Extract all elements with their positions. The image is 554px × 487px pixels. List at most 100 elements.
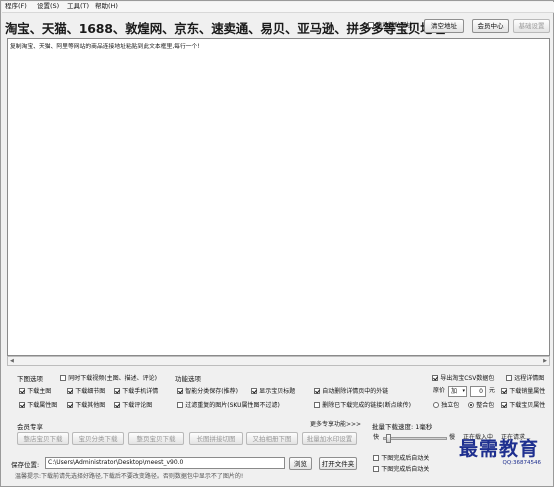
horizontal-scrollbar[interactable]: ◀ ▶: [7, 356, 550, 366]
menu-help[interactable]: 帮助(H): [95, 2, 118, 10]
menu-tools[interactable]: 工具(T): [67, 2, 89, 10]
checkbox-box: [506, 375, 512, 381]
speed-slider-track[interactable]: [383, 437, 447, 440]
remove-external-links-option[interactable]: 自动删除详情页中的外链: [314, 387, 388, 396]
export-csv-option[interactable]: 导出淘宝CSV数据包: [432, 374, 494, 383]
speed-slow-label: 慢: [449, 434, 456, 441]
option-label: 下载属性图: [27, 402, 58, 409]
option-label: 自动删除详情页中的外链: [322, 388, 389, 395]
url-textarea[interactable]: 复制淘宝、天猫、阿里等网站的商品连接地址粘贴到此文本框里,每行一个!: [7, 38, 550, 356]
checkbox-box: [67, 402, 73, 408]
checkbox-box: [501, 402, 507, 408]
markup-operator-select[interactable]: 加 ▾: [448, 386, 467, 397]
radio-circle: [468, 402, 474, 408]
more-member-features-link[interactable]: 更多专享功能>>>: [310, 421, 361, 429]
checkbox-box: [432, 375, 438, 381]
option-label: 同时下载视频(主图、描述、评论): [68, 375, 157, 382]
member-section-title: 会员专享: [17, 423, 43, 431]
checkbox-box: [373, 455, 379, 461]
filter-duplicate-option[interactable]: 过滤重复的图片(SKU属性图不过滤): [177, 401, 280, 410]
markup-unit-label: 元: [489, 387, 496, 394]
delete-finished-option[interactable]: 删除已下载完成的链接(断点续传): [314, 401, 411, 410]
watermark-qq: QQ:36874546: [502, 460, 541, 466]
long-image-stitch-button[interactable]: 长图拼接切图: [189, 432, 243, 445]
option-label: 显示宝贝标题: [259, 388, 296, 395]
download-props-option[interactable]: 下载宝贝属性: [501, 401, 545, 410]
checkbox-box: [368, 22, 374, 28]
option-label: 下载其他图: [75, 402, 106, 409]
batch-watermark-button[interactable]: 批量加水印设置: [302, 432, 357, 445]
option-label: 下载细节图: [75, 388, 106, 395]
textarea-hint: 复制淘宝、天猫、阿里等网站的商品连接地址粘贴到此文本框里,每行一个!: [10, 44, 200, 50]
original-price-label: 原价: [433, 387, 446, 394]
option-label: 下载主图: [27, 388, 52, 395]
option-label: 远程详情图: [514, 375, 545, 382]
checkbox-box: [177, 388, 183, 394]
app-window: 程序(F) 设置(S) 工具(T) 帮助(H) 淘宝、天猫、1688、敦煌网、京…: [0, 0, 554, 487]
markup-value-input[interactable]: 0: [470, 386, 486, 397]
remote-detail-option[interactable]: 远程详情图: [506, 374, 544, 383]
download-review-image-option[interactable]: 下载评论图: [114, 401, 152, 410]
menu-settings[interactable]: 设置(S): [37, 2, 59, 10]
option-label: 整合包: [476, 402, 495, 409]
checkbox-box: [314, 402, 320, 408]
download-main-image-option[interactable]: 下载主图: [19, 387, 51, 396]
clear-address-button[interactable]: 清空地址: [424, 19, 464, 33]
member-center-button[interactable]: 会员中心: [472, 19, 509, 33]
checkbox-box: [251, 388, 257, 394]
smart-classify-option[interactable]: 智能分类保存(推荐): [177, 387, 238, 396]
save-location-label: 保存位置:: [11, 461, 40, 469]
download-attribute-image-option[interactable]: 下载属性图: [19, 401, 57, 410]
option-label: 过滤重复的图片(SKU属性图不过滤): [185, 402, 280, 409]
whole-page-download-button[interactable]: 整页宝贝下载: [128, 432, 184, 445]
checkbox-box: [373, 466, 379, 472]
merge-package-radio[interactable]: 整合包: [468, 401, 494, 410]
checkbox-box: [501, 388, 507, 394]
checkbox-box: [60, 375, 66, 381]
category-download-button[interactable]: 宝贝分类下载: [72, 432, 124, 445]
auto-paste-checkbox[interactable]: 自动粘贴网址: [368, 21, 412, 30]
browse-button[interactable]: 浏览: [289, 457, 312, 470]
menu-program[interactable]: 程序(F): [5, 2, 27, 10]
speed-slider-thumb[interactable]: [385, 434, 391, 443]
option-label: 智能分类保存(推荐): [185, 388, 238, 395]
auto-close-option-1[interactable]: 下图完成后自动关: [373, 454, 429, 463]
youpai-album-download-button[interactable]: 又拍相册下图: [246, 432, 298, 445]
batch-speed-label: 批量下载速度: 1毫秒: [372, 423, 433, 431]
scroll-left-icon[interactable]: ◀: [10, 358, 14, 364]
option-label: 下载宝贝属性: [509, 402, 546, 409]
show-title-option[interactable]: 显示宝贝标题: [251, 387, 295, 396]
checkbox-box: [67, 388, 73, 394]
checkbox-box: [114, 388, 120, 394]
radio-circle: [433, 402, 439, 408]
option-label: 下图完成后自动关: [381, 466, 430, 473]
function-options-title: 功能选项: [175, 375, 201, 383]
checkbox-box: [314, 388, 320, 394]
scroll-right-icon[interactable]: ▶: [543, 358, 547, 364]
whole-shop-download-button[interactable]: 整店宝贝下载: [17, 432, 69, 445]
auto-close-option-2[interactable]: 下图完成后自动关: [373, 465, 429, 474]
option-label: 下载手机详情: [122, 388, 159, 395]
watermark: 最需教育 QQ:36874546: [459, 438, 549, 484]
basic-settings-button[interactable]: 基础设置: [513, 19, 550, 33]
option-label: 下载评论图: [122, 402, 153, 409]
footer-tip: 温馨提示:下载前请先选择好路径,下载后不要改变路径。否则数据包中显示不了图片的!: [15, 473, 244, 480]
auto-paste-label: 自动粘贴网址: [376, 22, 413, 29]
download-detail-image-option[interactable]: 下载细节图: [67, 387, 105, 396]
dropdown-arrow-icon: ▾: [462, 388, 465, 394]
markup-operator-value: 加: [451, 388, 458, 395]
option-label: 删除已下载完成的链接(断点续传): [322, 402, 411, 409]
checkbox-box: [19, 402, 25, 408]
speed-fast-label: 快: [373, 434, 380, 441]
option-label: 导出淘宝CSV数据包: [440, 375, 495, 382]
download-mobile-detail-option[interactable]: 下载手机详情: [114, 387, 158, 396]
save-path-input[interactable]: C:\Users\Administrator\Desktop\meest_v90…: [45, 457, 285, 469]
download-sales-option[interactable]: 下载销量属性: [501, 387, 545, 396]
download-video-option[interactable]: 同时下载视频(主图、描述、评论): [60, 374, 157, 383]
option-label: 独立包: [441, 402, 460, 409]
download-other-image-option[interactable]: 下载其他图: [67, 401, 105, 410]
open-folder-button[interactable]: 打开文件夹: [319, 457, 357, 470]
independent-package-radio[interactable]: 独立包: [433, 401, 459, 410]
download-options-title: 下图选项: [17, 375, 43, 383]
watermark-title: 最需教育: [459, 438, 540, 460]
